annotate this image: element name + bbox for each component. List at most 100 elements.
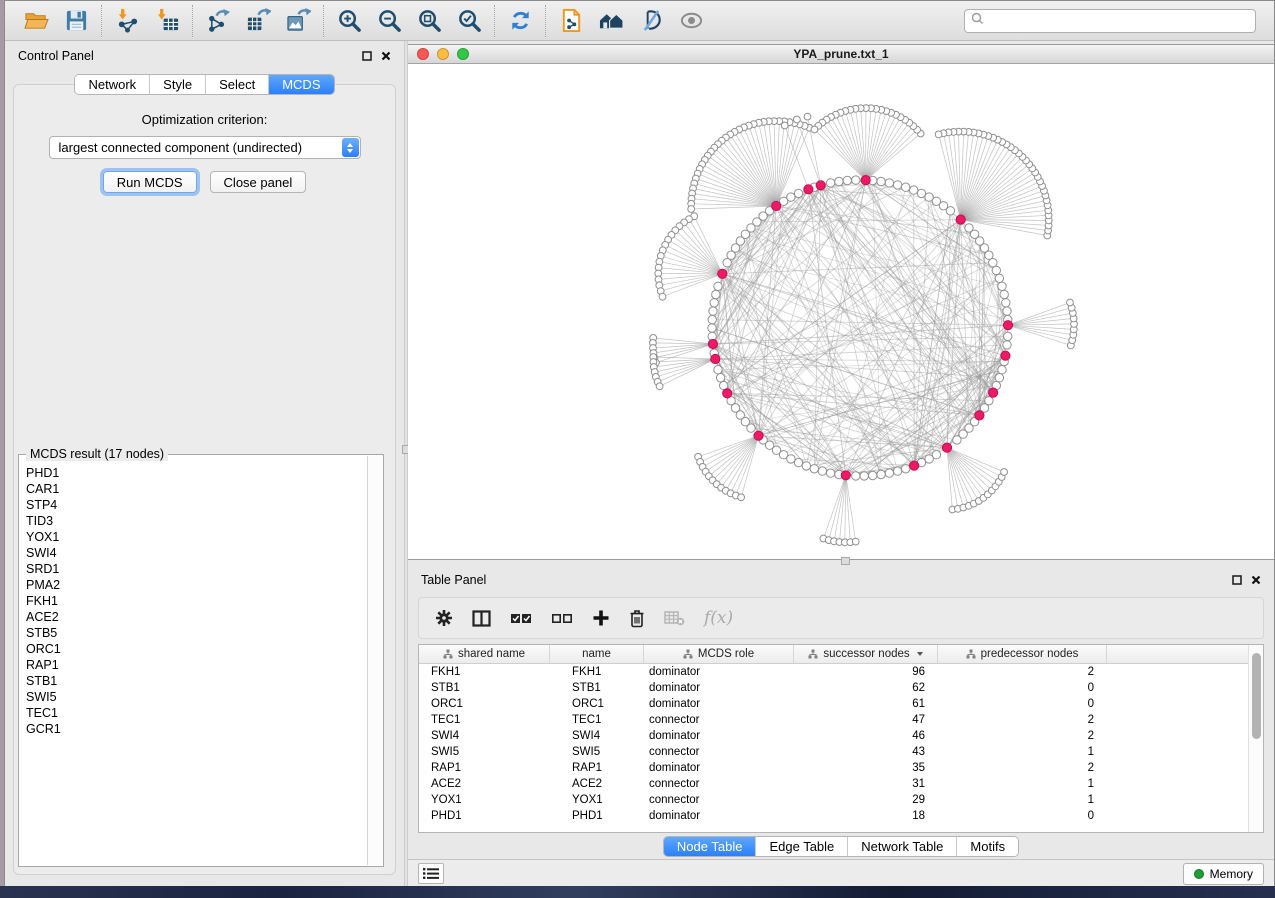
zoom-fit-button[interactable] <box>414 6 444 36</box>
network-canvas[interactable] <box>408 64 1274 559</box>
float-panel-icon[interactable] <box>361 51 372 62</box>
horizontal-split-divider[interactable] <box>408 560 1274 565</box>
table-row[interactable]: ORC1ORC1dominator610 <box>419 696 1263 712</box>
tab-style[interactable]: Style <box>149 75 205 94</box>
cell-MCDS-role[interactable]: connector <box>644 778 794 790</box>
cell-shared-name[interactable]: SWI4 <box>419 730 550 742</box>
cell-name[interactable]: SWI4 <box>550 730 644 742</box>
cell-name[interactable]: RAP1 <box>550 762 644 774</box>
columns-button[interactable] <box>472 607 491 629</box>
table-tab-node-table[interactable]: Node Table <box>664 837 756 856</box>
hide-details-button[interactable] <box>636 6 666 36</box>
search-input[interactable] <box>988 14 1249 28</box>
cell-MCDS-role[interactable]: connector <box>644 714 794 726</box>
column-header-MCDS-role[interactable]: MCDS role <box>644 645 794 663</box>
cell-successor-nodes[interactable]: 31 <box>794 778 938 790</box>
cell-successor-nodes[interactable]: 35 <box>794 762 938 774</box>
delete-button[interactable] <box>629 607 645 629</box>
select-all-button[interactable] <box>510 607 532 629</box>
refresh-button[interactable] <box>505 6 535 36</box>
cell-MCDS-role[interactable]: dominator <box>644 762 794 774</box>
table-scrollbar[interactable] <box>1248 645 1263 832</box>
cell-predecessor-nodes[interactable]: 2 <box>938 730 1107 742</box>
mcds-result-item[interactable]: PMA2 <box>26 577 361 593</box>
divider-handle-h[interactable] <box>841 557 850 565</box>
add-button[interactable] <box>592 607 610 629</box>
mcds-result-item[interactable]: TID3 <box>26 513 361 529</box>
zoom-out-button[interactable] <box>374 6 404 36</box>
mcds-result-item[interactable]: SRD1 <box>26 561 361 577</box>
table-row[interactable]: SWI5SWI5connector431 <box>419 744 1263 760</box>
mcds-result-item[interactable]: STB5 <box>26 625 361 641</box>
tab-network[interactable]: Network <box>75 75 149 94</box>
cell-predecessor-nodes[interactable]: 1 <box>938 746 1107 758</box>
tab-select[interactable]: Select <box>205 75 268 94</box>
close-table-panel-icon[interactable] <box>1250 575 1261 586</box>
mcds-result-item[interactable]: FKH1 <box>26 593 361 609</box>
mcds-result-item[interactable]: ACE2 <box>26 609 361 625</box>
criterion-dropdown[interactable]: largest connected component (undirected) <box>49 136 361 159</box>
mcds-result-list[interactable]: PHD1CAR1STP4TID3YOX1SWI4SRD1PMA2FKH1ACE2… <box>26 465 361 862</box>
cell-MCDS-role[interactable]: dominator <box>644 698 794 710</box>
mcds-result-item[interactable]: GCR1 <box>26 721 361 737</box>
network-window-titlebar[interactable]: YPA_prune.txt_1 <box>408 45 1274 64</box>
cell-successor-nodes[interactable]: 47 <box>794 714 938 726</box>
save-button[interactable] <box>61 6 91 36</box>
table-row[interactable]: RAP1RAP1dominator352 <box>419 760 1263 776</box>
cell-shared-name[interactable]: SWI5 <box>419 746 550 758</box>
zoom-in-button[interactable] <box>334 6 364 36</box>
cell-name[interactable]: YOX1 <box>550 794 644 806</box>
cell-MCDS-role[interactable]: connector <box>644 794 794 806</box>
cell-name[interactable]: FKH1 <box>550 666 644 678</box>
cell-shared-name[interactable]: TEC1 <box>419 714 550 726</box>
cell-predecessor-nodes[interactable]: 0 <box>938 810 1107 822</box>
cell-shared-name[interactable]: PHD1 <box>419 810 550 822</box>
cell-name[interactable]: TEC1 <box>550 714 644 726</box>
import-table-button[interactable] <box>152 6 182 36</box>
search-box[interactable] <box>964 9 1256 33</box>
export-network-button[interactable] <box>203 6 233 36</box>
window-zoom-icon[interactable] <box>457 48 469 60</box>
cell-shared-name[interactable]: ACE2 <box>419 778 550 790</box>
cell-shared-name[interactable]: FKH1 <box>419 666 550 678</box>
houses-button[interactable] <box>596 6 626 36</box>
mcds-result-item[interactable]: STP4 <box>26 497 361 513</box>
cell-successor-nodes[interactable]: 61 <box>794 698 938 710</box>
cell-predecessor-nodes[interactable]: 2 <box>938 762 1107 774</box>
window-minimize-icon[interactable] <box>437 48 449 60</box>
table-row[interactable]: SWI4SWI4dominator462 <box>419 728 1263 744</box>
mcds-result-item[interactable]: CAR1 <box>26 481 361 497</box>
table-row[interactable]: FKH1FKH1dominator962 <box>419 664 1263 680</box>
table-tab-network-table[interactable]: Network Table <box>847 837 956 856</box>
table-row[interactable]: ACE2ACE2connector311 <box>419 776 1263 792</box>
cell-MCDS-role[interactable]: dominator <box>644 682 794 694</box>
cell-successor-nodes[interactable]: 46 <box>794 730 938 742</box>
window-close-icon[interactable] <box>417 48 429 60</box>
mcds-result-item[interactable]: SWI4 <box>26 545 361 561</box>
cell-shared-name[interactable]: STB1 <box>419 682 550 694</box>
close-panel-button[interactable]: Close panel <box>210 171 307 193</box>
cell-name[interactable]: SWI5 <box>550 746 644 758</box>
tab-mcds[interactable]: MCDS <box>268 75 333 94</box>
table-row[interactable]: PHD1PHD1dominator180 <box>419 808 1263 824</box>
cell-predecessor-nodes[interactable]: 0 <box>938 698 1107 710</box>
import-network-button[interactable] <box>112 6 142 36</box>
cell-MCDS-role[interactable]: dominator <box>644 730 794 742</box>
cell-successor-nodes[interactable]: 62 <box>794 682 938 694</box>
mcds-result-item[interactable]: PHD1 <box>26 465 361 481</box>
table-tab-motifs[interactable]: Motifs <box>956 837 1018 856</box>
cell-predecessor-nodes[interactable]: 2 <box>938 666 1107 678</box>
close-panel-icon[interactable] <box>380 51 391 62</box>
cell-MCDS-role[interactable]: dominator <box>644 810 794 822</box>
mcds-result-item[interactable]: STB1 <box>26 673 361 689</box>
cell-shared-name[interactable]: ORC1 <box>419 698 550 710</box>
column-header-name[interactable]: name <box>550 645 644 663</box>
mcds-result-item[interactable]: RAP1 <box>26 657 361 673</box>
cell-predecessor-nodes[interactable]: 1 <box>938 794 1107 806</box>
cell-MCDS-role[interactable]: dominator <box>644 666 794 678</box>
cell-MCDS-role[interactable]: connector <box>644 746 794 758</box>
export-table-button[interactable] <box>243 6 273 36</box>
mcds-result-item[interactable]: TEC1 <box>26 705 361 721</box>
memory-button[interactable]: Memory <box>1183 863 1264 885</box>
column-header-shared-name[interactable]: shared name <box>419 645 550 663</box>
